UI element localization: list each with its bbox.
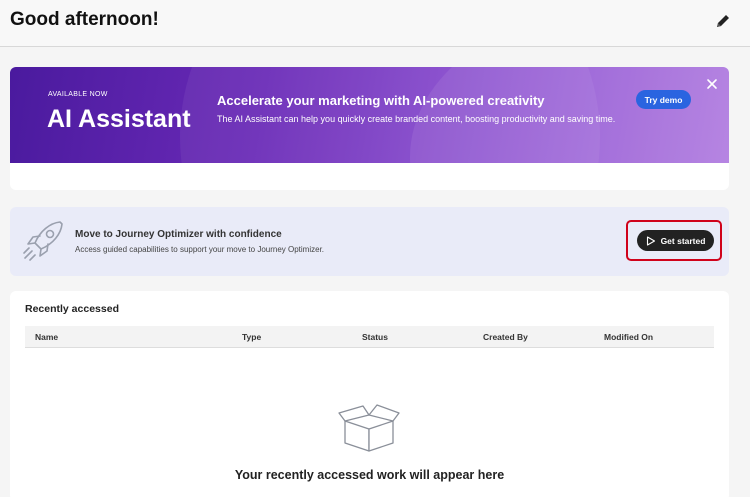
column-header-created-by[interactable]: Created By [483,332,528,342]
ai-assistant-banner: AVAILABLE NOW AI Assistant Accelerate yo… [10,67,729,163]
recently-accessed-title: Recently accessed [25,303,119,315]
pencil-icon [717,15,729,27]
column-header-status[interactable]: Status [362,332,388,342]
journey-card-title: Move to Journey Optimizer with confidenc… [75,229,282,240]
banner-description: The AI Assistant can help you quickly cr… [217,114,616,124]
close-banner-button[interactable] [706,77,718,89]
journey-optimizer-card: Move to Journey Optimizer with confidenc… [10,207,729,276]
get-started-button[interactable]: Get started [637,230,714,251]
rocket-icon [23,221,63,261]
banner-heading: Accelerate your marketing with AI-powere… [217,93,545,108]
ai-assistant-card: AVAILABLE NOW AI Assistant Accelerate yo… [10,67,729,190]
banner-eyebrow: AVAILABLE NOW [48,91,108,98]
banner-title: AI Assistant [47,105,191,133]
column-header-modified-on[interactable]: Modified On [604,332,653,342]
open-box-icon [338,404,400,452]
greeting-title: Good afternoon! [10,9,159,30]
journey-card-subtitle: Access guided capabilities to support yo… [75,245,325,254]
page-header: Good afternoon! [0,0,750,47]
try-demo-button[interactable]: Try demo [636,90,691,109]
recently-accessed-panel: Recently accessed Name Type Status Creat… [10,291,729,497]
close-icon [707,79,717,89]
column-header-name[interactable]: Name [35,332,58,342]
play-icon [646,235,655,246]
edit-button[interactable] [714,12,732,30]
get-started-label: Get started [660,235,706,246]
table-header: Name Type Status Created By Modified On [25,326,714,348]
empty-state-message: Your recently accessed work will appear … [234,468,505,482]
column-header-type[interactable]: Type [242,332,261,342]
